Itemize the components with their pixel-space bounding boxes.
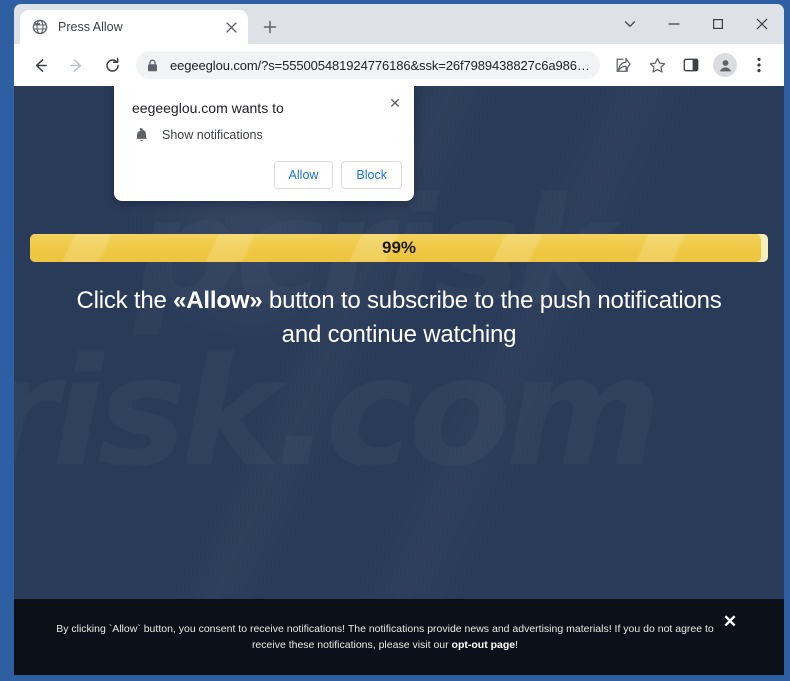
bell-icon — [132, 126, 150, 144]
consent-text: By clicking `Allow` button, you consent … — [42, 621, 728, 653]
notification-permission-dialog: ✕ eegeeglou.com wants to Show notificati… — [114, 86, 414, 201]
reload-button[interactable] — [97, 50, 127, 80]
dialog-title: eegeeglou.com wants to — [132, 100, 284, 116]
back-button[interactable] — [25, 50, 55, 80]
progress-percent-label: 99% — [381, 238, 417, 257]
dialog-close-icon[interactable]: ✕ — [384, 92, 406, 114]
forward-button[interactable] — [61, 50, 91, 80]
lock-icon[interactable] — [140, 53, 164, 77]
allow-button[interactable]: Allow — [273, 161, 334, 189]
window-controls — [608, 4, 784, 44]
consent-banner: By clicking `Allow` button, you consent … — [14, 599, 784, 675]
block-button[interactable]: Block — [341, 161, 402, 189]
tab-title: Press Allow — [58, 20, 123, 34]
watermark: risk.com — [14, 326, 656, 500]
headline-part2: button to subscribe to the push notifica… — [262, 287, 722, 348]
headline-emphasis: «Allow» — [173, 287, 263, 314]
globe-icon — [32, 19, 48, 35]
address-bar-url[interactable]: eegeeglou.com/?s=555005481924776186&ssk=… — [170, 58, 590, 73]
browser-toolbar: eegeeglou.com/?s=555005481924776186&ssk=… — [14, 44, 784, 86]
page-headline: Click the «Allow» button to subscribe to… — [54, 284, 744, 352]
address-bar[interactable]: eegeeglou.com/?s=555005481924776186&ssk=… — [136, 51, 600, 79]
page-viewport: pcrisk risk.com 99% Click the «Allow» bu… — [14, 86, 784, 675]
headline-part1: Click the — [76, 287, 174, 314]
consent-text-part1: By clicking `Allow` button, you consent … — [56, 623, 714, 651]
browser-window: Press Allow eegeeglou.com/?s=55500548192… — [0, 0, 790, 681]
tab-search-button[interactable] — [608, 7, 652, 41]
consent-close-icon[interactable]: ✕ — [720, 611, 740, 631]
three-dot-menu-icon[interactable] — [745, 51, 773, 79]
share-icon[interactable] — [609, 51, 637, 79]
avatar — [713, 53, 737, 77]
dialog-permission-row: Show notifications — [132, 126, 263, 144]
minimize-button[interactable] — [652, 7, 696, 41]
close-window-button[interactable] — [740, 7, 784, 41]
side-panel-icon[interactable] — [677, 51, 705, 79]
new-tab-button[interactable] — [256, 13, 284, 41]
consent-text-part2: ! — [515, 639, 519, 651]
tab-close-icon[interactable] — [222, 18, 240, 36]
dialog-permission-label: Show notifications — [162, 128, 263, 142]
opt-out-link[interactable]: opt-out page — [452, 639, 516, 651]
tab-strip: Press Allow — [14, 4, 784, 44]
account-avatar-icon[interactable] — [711, 51, 739, 79]
browser-tab[interactable]: Press Allow — [20, 10, 248, 44]
dialog-actions: Allow Block — [273, 161, 402, 189]
star-icon[interactable] — [643, 51, 671, 79]
maximize-button[interactable] — [696, 7, 740, 41]
